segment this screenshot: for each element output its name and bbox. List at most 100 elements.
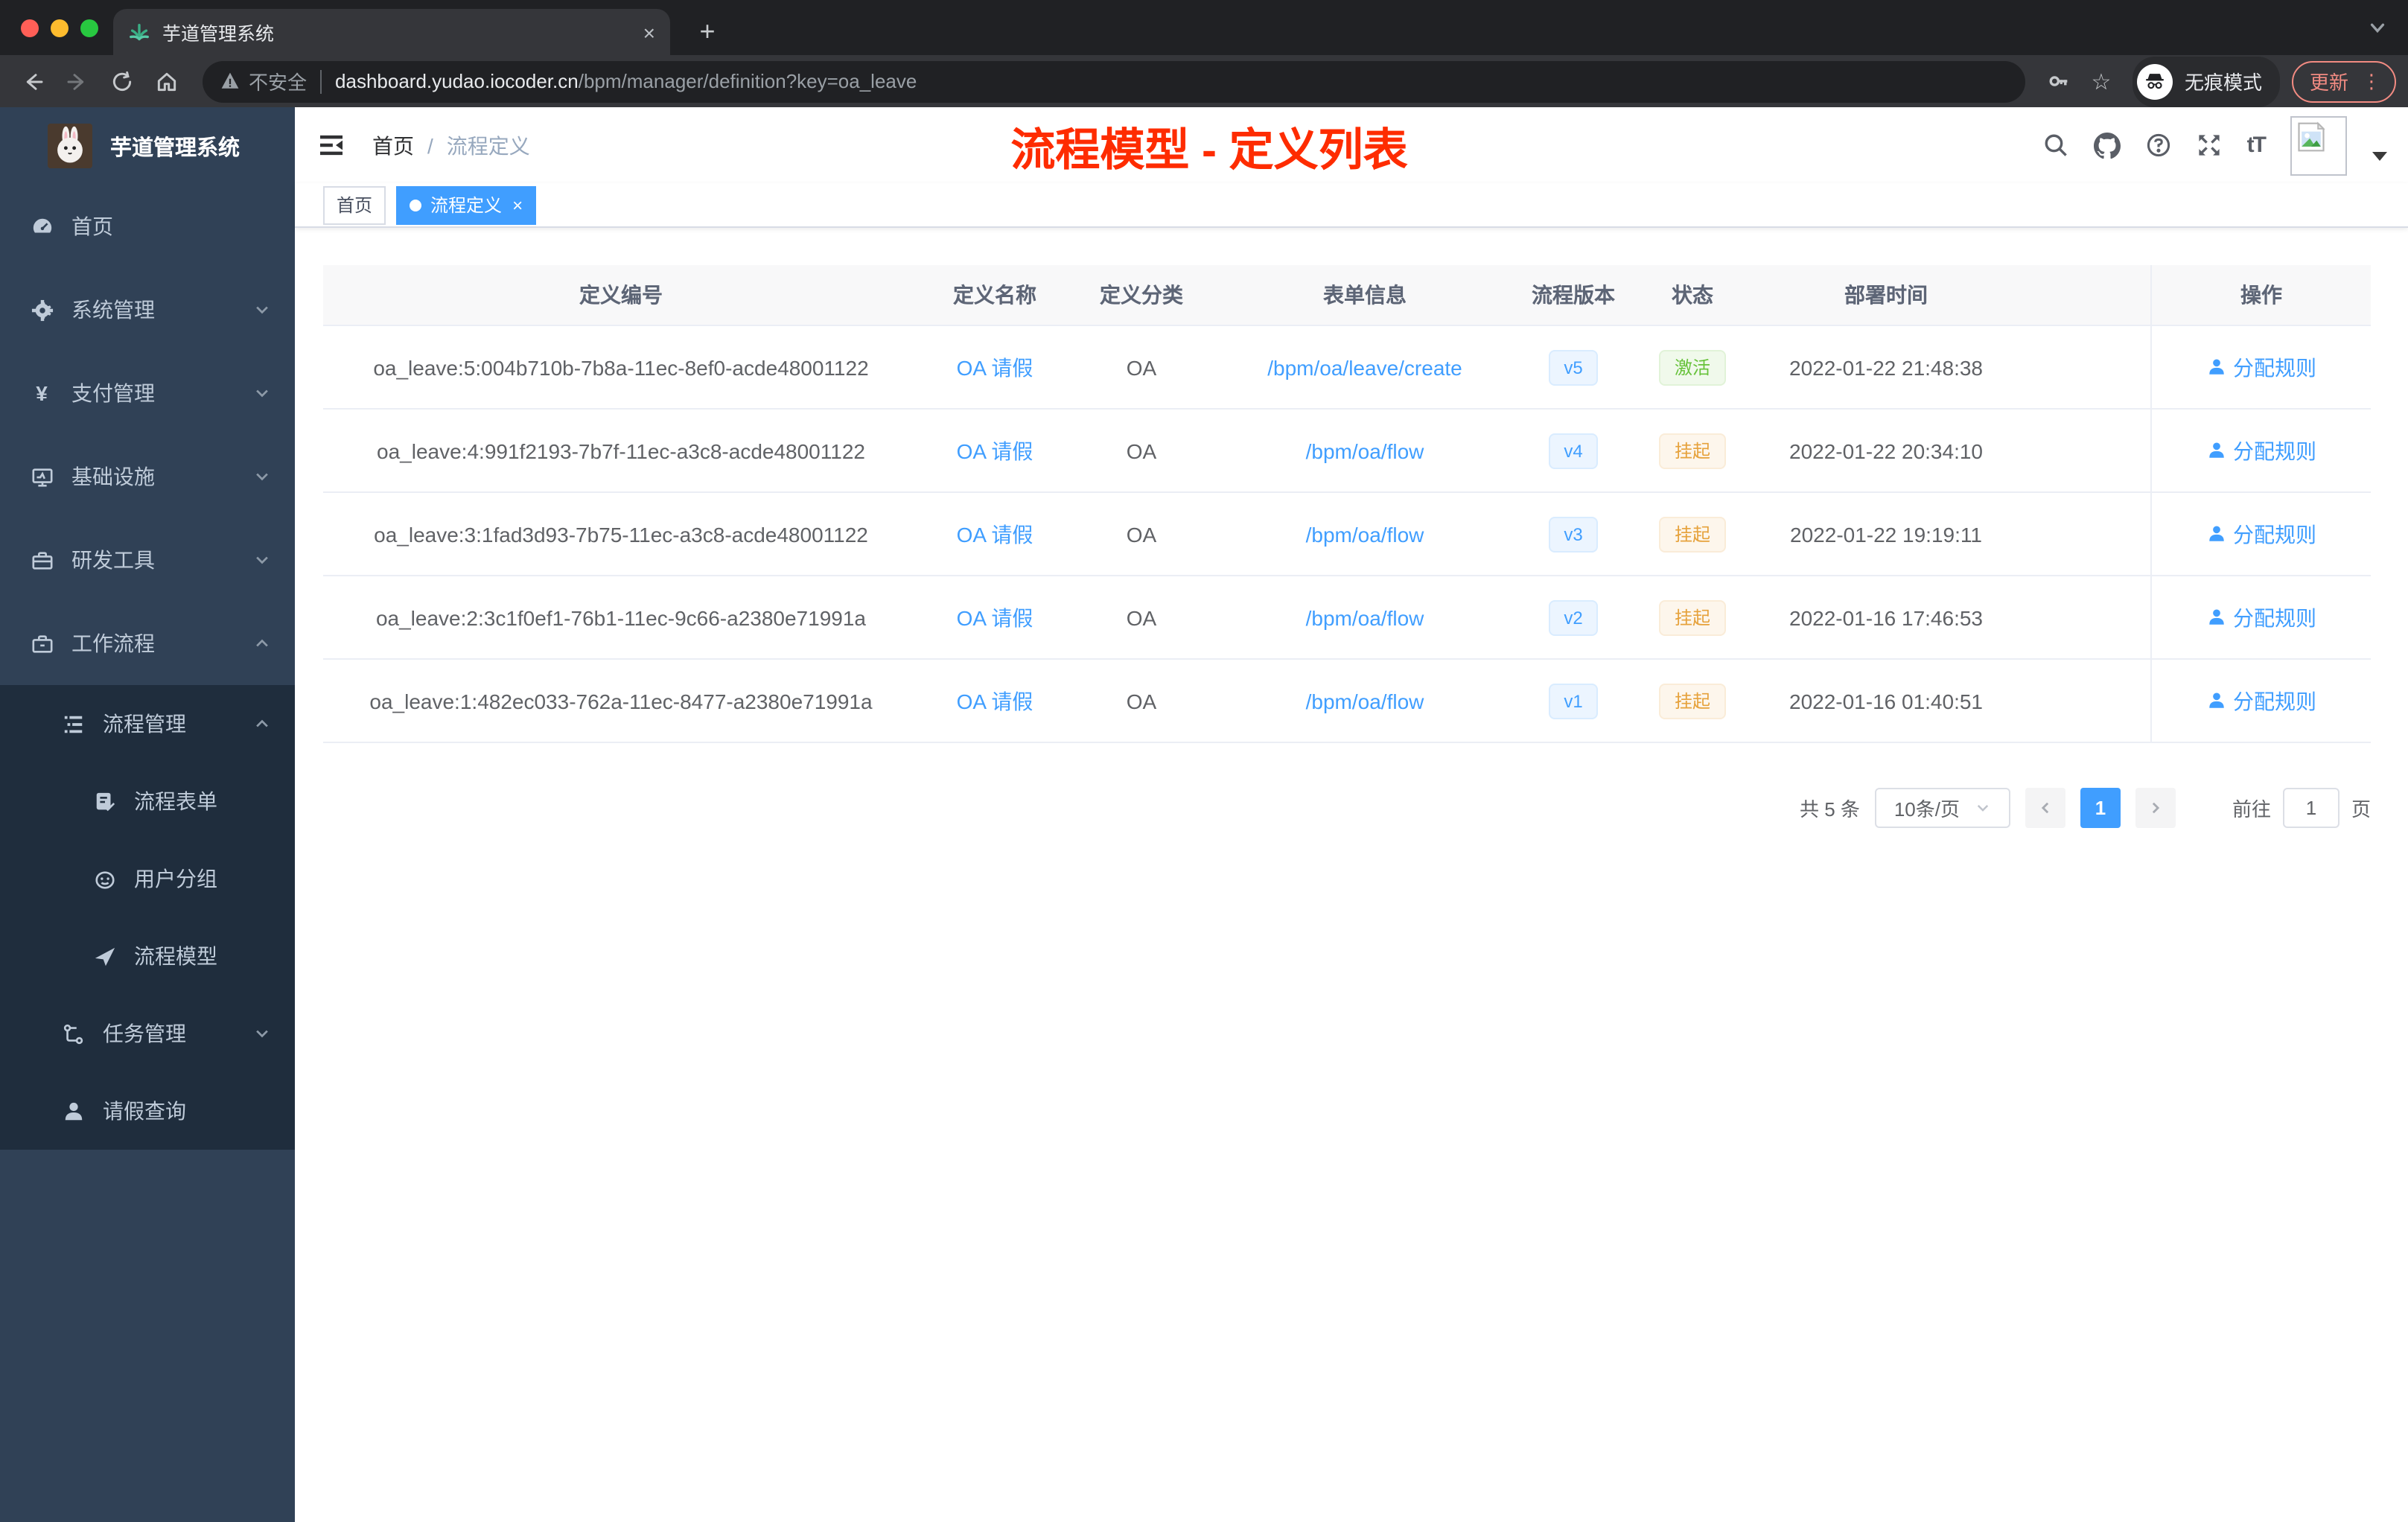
goto-page-input[interactable]	[2282, 788, 2339, 828]
table-row: oa_leave:1:482ec033-762a-11ec-8477-a2380…	[323, 660, 2371, 742]
deploy-time: 2022-01-16 01:40:51	[1789, 689, 1983, 713]
app-shell: 芋道管理系统 首页 系统管理 ¥ 支付管理 基础设施 研发工具 工作流程 流程管…	[0, 107, 2408, 1522]
version-tag: v4	[1549, 433, 1598, 468]
back-button[interactable]	[12, 60, 54, 102]
favicon-sprout-icon	[128, 21, 150, 43]
version-tag: v3	[1549, 516, 1598, 552]
form-link[interactable]: /bpm/oa/flow	[1306, 605, 1424, 629]
assign-rule-link[interactable]: 分配规则	[2206, 602, 2316, 632]
tag-process-definition[interactable]: 流程定义 ×	[396, 185, 537, 224]
sidebar-item-system[interactable]: 系统管理	[0, 268, 295, 351]
saved-password-key-icon[interactable]	[2040, 62, 2079, 101]
sidebar-item-task-management[interactable]: 任务管理	[0, 995, 295, 1072]
help-icon[interactable]	[2146, 133, 2171, 158]
table-row: oa_leave:2:3c1f0ef1-76b1-11ec-9c66-a2380…	[323, 576, 2371, 660]
url-path: /bpm/manager/definition?key=oa_leave	[578, 70, 917, 92]
sidebar-item-infrastructure[interactable]: 基础设施	[0, 435, 295, 518]
definition-id: oa_leave:5:004b710b-7b8a-11ec-8ef0-acde4…	[373, 355, 869, 379]
user-avatar-broken-image[interactable]	[2290, 115, 2347, 175]
prev-page-button[interactable]	[2025, 788, 2065, 828]
version-tag: v5	[1549, 349, 1598, 385]
browser-menu-icon[interactable]: ⋮	[2362, 71, 2381, 91]
not-secure-label[interactable]: 不安全	[249, 67, 307, 95]
page-number-current[interactable]: 1	[2080, 788, 2121, 828]
bookmark-star-icon[interactable]: ☆	[2082, 62, 2121, 101]
search-icon[interactable]	[2043, 133, 2068, 158]
col-header-form: 表单信息	[1323, 283, 1407, 307]
yen-icon: ¥	[36, 381, 48, 405]
user-icon	[2208, 609, 2223, 625]
browser-toolbar: 不安全 dashboard.yudao.iocoder.cn/bpm/manag…	[0, 55, 2408, 107]
page-size-select[interactable]: 10条/页	[1874, 788, 2010, 828]
sidebar-fold-icon[interactable]	[307, 121, 354, 169]
home-button[interactable]	[146, 60, 188, 102]
url-bar[interactable]: 不安全 dashboard.yudao.iocoder.cn/bpm/manag…	[203, 60, 2025, 102]
logo-avatar	[48, 124, 92, 168]
github-icon[interactable]	[2093, 132, 2121, 159]
next-page-button[interactable]	[2135, 788, 2176, 828]
deploy-time: 2022-01-22 21:48:38	[1789, 355, 1983, 379]
assign-rule-link[interactable]: 分配规则	[2206, 436, 2316, 465]
new-tab-button[interactable]: +	[688, 12, 727, 51]
status-badge: 挂起	[1659, 599, 1725, 635]
toolbox-icon	[30, 549, 54, 571]
form-link[interactable]: /bpm/oa/flow	[1306, 439, 1424, 462]
sidebar-item-workflow[interactable]: 工作流程	[0, 602, 295, 685]
deploy-time: 2022-01-16 17:46:53	[1789, 605, 1983, 629]
definition-id: oa_leave:2:3c1f0ef1-76b1-11ec-9c66-a2380…	[375, 605, 866, 629]
chevron-right-icon	[2152, 802, 2160, 814]
definition-name-link[interactable]: OA 请假	[957, 605, 1033, 629]
sidebar-item-process-management[interactable]: 流程管理	[0, 685, 295, 762]
chevron-down-icon	[253, 468, 271, 485]
goto-page-group: 前往 页	[2232, 788, 2371, 828]
form-link[interactable]: /bpm/oa/flow	[1306, 689, 1424, 713]
fullscreen-icon[interactable]	[2197, 133, 2222, 158]
sidebar-logo[interactable]: 芋道管理系统	[0, 107, 295, 185]
user-icon	[61, 1100, 85, 1122]
goto-label: 前往	[2232, 798, 2271, 821]
tag-home[interactable]: 首页	[323, 185, 386, 224]
macos-traffic-lights	[21, 19, 98, 37]
pagination-total: 共 5 条	[1800, 798, 1860, 821]
sidebar-item-process-model[interactable]: 流程模型	[0, 917, 295, 995]
tab-search-caret-icon[interactable]	[2368, 18, 2387, 45]
breadcrumb-home[interactable]: 首页	[372, 130, 414, 160]
chevron-down-icon	[253, 1025, 271, 1042]
version-tag: v1	[1549, 683, 1598, 719]
reload-button[interactable]	[101, 60, 143, 102]
zoom-window-button[interactable]	[80, 19, 98, 37]
form-link[interactable]: /bpm/oa/flow	[1306, 522, 1424, 546]
assign-rule-link[interactable]: 分配规则	[2206, 519, 2316, 549]
close-window-button[interactable]	[21, 19, 39, 37]
user-icon	[2208, 692, 2223, 708]
status-badge: 挂起	[1659, 683, 1725, 719]
sidebar-item-home[interactable]: 首页	[0, 185, 295, 268]
definition-name-link[interactable]: OA 请假	[957, 689, 1033, 713]
sidebar-item-payment[interactable]: ¥ 支付管理	[0, 351, 295, 435]
forward-button[interactable]	[57, 60, 98, 102]
definition-name-link[interactable]: OA 请假	[957, 439, 1033, 462]
form-link[interactable]: /bpm/oa/leave/create	[1267, 355, 1462, 379]
sidebar-item-process-form[interactable]: 流程表单	[0, 762, 295, 840]
navbar-actions: tT	[2043, 107, 2387, 183]
chrome-update-button[interactable]: 更新 ⋮	[2291, 60, 2396, 102]
table-row: oa_leave:3:1fad3d93-7b75-11ec-a3c8-acde4…	[323, 493, 2371, 576]
sidebar-item-leave-query[interactable]: 请假查询	[0, 1072, 295, 1150]
tab-close-icon[interactable]: ×	[643, 22, 655, 42]
minimize-window-button[interactable]	[51, 19, 69, 37]
sidebar-item-dev-tools[interactable]: 研发工具	[0, 518, 295, 602]
pagination: 共 5 条 10条/页 1 前往 页	[323, 788, 2371, 828]
definition-id: oa_leave:4:991f2193-7b7f-11ec-a3c8-acde4…	[377, 439, 865, 462]
col-header-category: 定义分类	[1100, 283, 1183, 307]
app-title: 芋道管理系统	[110, 136, 240, 160]
assign-rule-link[interactable]: 分配规则	[2206, 352, 2316, 382]
browser-tab[interactable]: 芋道管理系统 ×	[113, 9, 670, 55]
form-edit-icon	[92, 790, 116, 812]
sidebar-item-user-groups[interactable]: 用户分组	[0, 840, 295, 917]
definition-name-link[interactable]: OA 请假	[957, 355, 1033, 379]
avatar-caret-icon[interactable]	[2372, 151, 2387, 160]
definition-name-link[interactable]: OA 请假	[957, 522, 1033, 546]
tag-close-icon[interactable]: ×	[512, 196, 523, 214]
font-size-icon[interactable]: tT	[2247, 133, 2267, 158]
assign-rule-link[interactable]: 分配规则	[2206, 686, 2316, 716]
